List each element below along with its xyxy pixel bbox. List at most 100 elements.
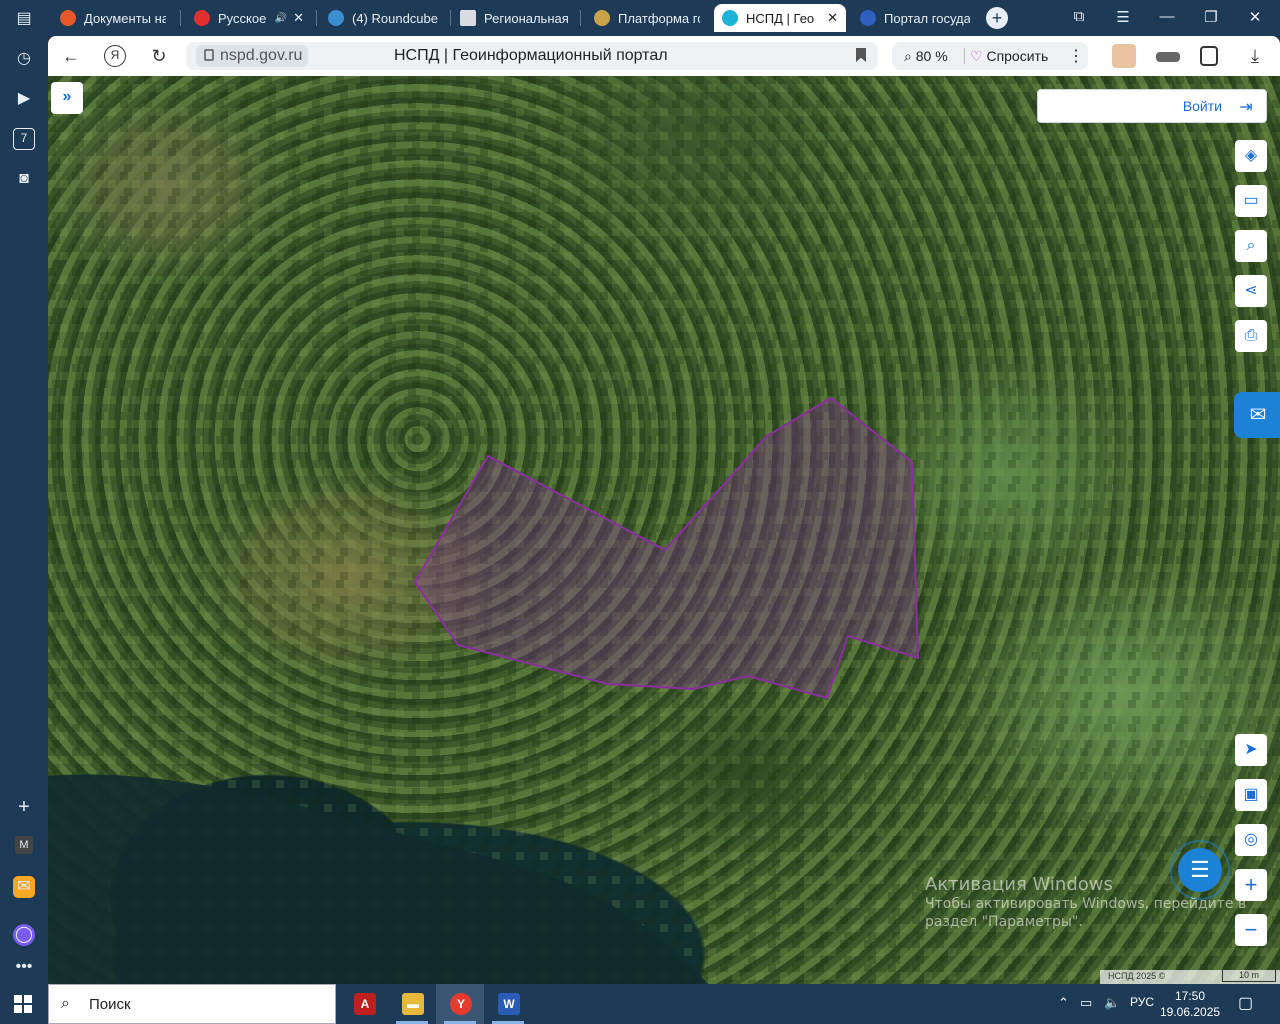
ruler-icon: ▭ bbox=[1243, 192, 1259, 209]
back-icon[interactable]: ← bbox=[60, 45, 82, 67]
layers-icon: ◈ bbox=[1244, 147, 1258, 164]
tab-favicon bbox=[460, 10, 476, 26]
taskbar-yandex-browser[interactable]: Y bbox=[436, 984, 484, 1024]
navigation-arrow-icon: ➤ bbox=[1244, 741, 1258, 758]
close-window-icon[interactable]: ✕ bbox=[1244, 8, 1266, 26]
folder-icon: ▬ bbox=[402, 993, 424, 1015]
extension-puzzle-icon[interactable] bbox=[1200, 46, 1218, 66]
tab-nspd[interactable]: НСПД | Гео ✕ bbox=[714, 4, 846, 32]
tab-favicon bbox=[328, 10, 344, 26]
print-button[interactable]: ⎙ bbox=[1235, 320, 1267, 352]
yandex-browser-icon: Y bbox=[450, 993, 472, 1015]
close-tab-icon[interactable]: ✕ bbox=[827, 10, 838, 26]
tab-russkoe[interactable]: Русское 🔊 ✕ bbox=[186, 4, 312, 32]
domain-text: nspd.gov.ru bbox=[220, 47, 303, 64]
tab-manager-icon[interactable]: ⧉ bbox=[1068, 8, 1090, 25]
minimap-button[interactable]: ▣ bbox=[1235, 779, 1267, 811]
plus-icon: + bbox=[1244, 872, 1258, 897]
login-button[interactable]: Войти ⇥ bbox=[1037, 89, 1267, 123]
page-title: НСПД | Геоинформационный портал bbox=[394, 47, 668, 64]
clock[interactable]: 17:50 19.06.2025 bbox=[1160, 988, 1220, 1020]
windows-activation-watermark: Активация Windows Чтобы активировать Win… bbox=[925, 874, 1246, 931]
collections-icon[interactable]: ▤ bbox=[13, 8, 35, 30]
watermark-line: раздел "Параметры". bbox=[925, 914, 1083, 930]
tab-roundcube[interactable]: (4) Roundcube bbox=[320, 4, 446, 32]
extension-hat-icon[interactable] bbox=[1156, 52, 1180, 62]
tab-label: Документы на bbox=[84, 10, 166, 26]
tray-chevron-icon[interactable]: ⌃ bbox=[1058, 995, 1069, 1011]
browser-sidebar: ▤ ◷ ▶ 7 ◙ + M ✉ ◯ ••• bbox=[0, 0, 48, 984]
alice-icon[interactable]: ◯ bbox=[13, 924, 35, 946]
attribution-text: НСПД 2025 © bbox=[1108, 971, 1166, 981]
expand-panel-button[interactable]: » bbox=[51, 82, 83, 114]
tab-documents[interactable]: Документы на bbox=[52, 4, 174, 32]
word-icon: W bbox=[498, 993, 520, 1015]
ask-label: Спросить bbox=[986, 48, 1049, 64]
share-icon: ⋖ bbox=[1244, 282, 1258, 299]
tab-strip: Документы на Русское 🔊 ✕ (4) Roundcube Р… bbox=[0, 0, 1280, 36]
locate-button[interactable]: ◎ bbox=[1235, 824, 1267, 856]
tab-favicon bbox=[594, 10, 610, 26]
taskbar-word[interactable]: W bbox=[484, 984, 532, 1024]
menu-icon[interactable]: ☰ bbox=[1112, 8, 1134, 26]
history-icon[interactable]: ◷ bbox=[13, 48, 35, 70]
ruler-button[interactable]: ▭ bbox=[1235, 185, 1267, 217]
tab-separator bbox=[450, 10, 451, 26]
area-search-button[interactable]: ⌕ bbox=[1235, 230, 1267, 262]
taskbar-search[interactable]: ⌕ Поиск bbox=[48, 984, 336, 1024]
speaker-icon[interactable]: 🔊 bbox=[275, 13, 287, 24]
ask-button[interactable]: ♡ Спросить bbox=[970, 48, 1048, 65]
new-tab-button[interactable]: + bbox=[986, 7, 1008, 29]
tab-favicon bbox=[722, 10, 738, 26]
feedback-tab[interactable]: ✉ bbox=[1234, 392, 1280, 438]
restore-icon[interactable]: ❐ bbox=[1200, 8, 1222, 26]
tab-platform[interactable]: Платформа го bbox=[586, 4, 708, 32]
tab-regional[interactable]: Региональная bbox=[452, 4, 578, 32]
network-icon[interactable]: ▭ bbox=[1080, 995, 1092, 1011]
calendar-icon[interactable]: 7 bbox=[13, 128, 35, 150]
more-icon[interactable]: ••• bbox=[13, 956, 35, 978]
tab-separator bbox=[180, 10, 181, 26]
map-view[interactable]: » Войти ⇥ ◈ ▭ ⌕ ⋖ ⎙ ✉ ➤ ▣ ◎ + − ☰ Актива… bbox=[48, 76, 1280, 984]
taskbar-explorer[interactable]: ▬ bbox=[388, 984, 436, 1024]
geolocation-button[interactable]: ➤ bbox=[1235, 734, 1267, 766]
more-menu-icon[interactable]: ⋮ bbox=[1068, 46, 1084, 66]
tab-label: НСПД | Гео bbox=[746, 10, 815, 26]
tab-label: Платформа го bbox=[618, 10, 700, 26]
yandex-mail-icon[interactable]: ✉ bbox=[13, 876, 35, 898]
mail-m-icon[interactable]: M bbox=[15, 836, 33, 854]
login-arrow-icon: ⇥ bbox=[1239, 99, 1253, 116]
tab-gosuslugi[interactable]: Портал госуда bbox=[852, 4, 978, 32]
login-label: Войти bbox=[1182, 98, 1222, 114]
notifications-icon[interactable]: ▢ bbox=[1238, 993, 1253, 1013]
tab-label: (4) Roundcube bbox=[352, 10, 438, 26]
screenshot-icon[interactable]: ◙ bbox=[13, 168, 35, 190]
start-button[interactable] bbox=[14, 995, 32, 1013]
locate-icon: ◎ bbox=[1244, 831, 1258, 848]
bookmark-icon[interactable] bbox=[856, 48, 866, 62]
layers-button[interactable]: ◈ bbox=[1235, 140, 1267, 172]
feedback-icon: ✉ bbox=[1249, 404, 1267, 426]
volume-icon[interactable]: 🔈 bbox=[1104, 995, 1120, 1011]
divider bbox=[964, 48, 965, 64]
share-button[interactable]: ⋖ bbox=[1235, 275, 1267, 307]
zoom-indicator[interactable]: ⌕ 80 % bbox=[904, 48, 948, 65]
zoom-value: 80 % bbox=[915, 48, 948, 64]
video-icon[interactable]: ▶ bbox=[13, 88, 35, 110]
domain-chip[interactable]: nspd.gov.ru bbox=[196, 45, 309, 67]
language-indicator[interactable]: РУС bbox=[1130, 995, 1154, 1009]
download-icon[interactable]: ⤓ bbox=[1244, 45, 1266, 67]
add-panel-icon[interactable]: + bbox=[13, 796, 35, 818]
address-bar[interactable]: nspd.gov.ru НСПД | Геоинформационный пор… bbox=[186, 42, 878, 70]
tab-favicon bbox=[60, 10, 76, 26]
close-tab-icon[interactable]: ✕ bbox=[293, 10, 304, 26]
reload-icon[interactable]: ↻ bbox=[148, 45, 170, 67]
taskbar-acrobat[interactable]: A bbox=[340, 984, 388, 1024]
tab-label: Портал госуда bbox=[884, 10, 970, 26]
yandex-home-icon[interactable]: Я bbox=[104, 45, 126, 67]
search-placeholder: Поиск bbox=[89, 996, 131, 1013]
minimize-icon[interactable]: — bbox=[1156, 8, 1178, 25]
tab-label: Региональная bbox=[484, 10, 569, 26]
extension-avatar-icon[interactable] bbox=[1112, 44, 1136, 68]
windows-taskbar: ⌕ Поиск A ▬ Y W ⌃ ▭ 🔈 РУС 17:50 19.06.20… bbox=[0, 984, 1280, 1024]
